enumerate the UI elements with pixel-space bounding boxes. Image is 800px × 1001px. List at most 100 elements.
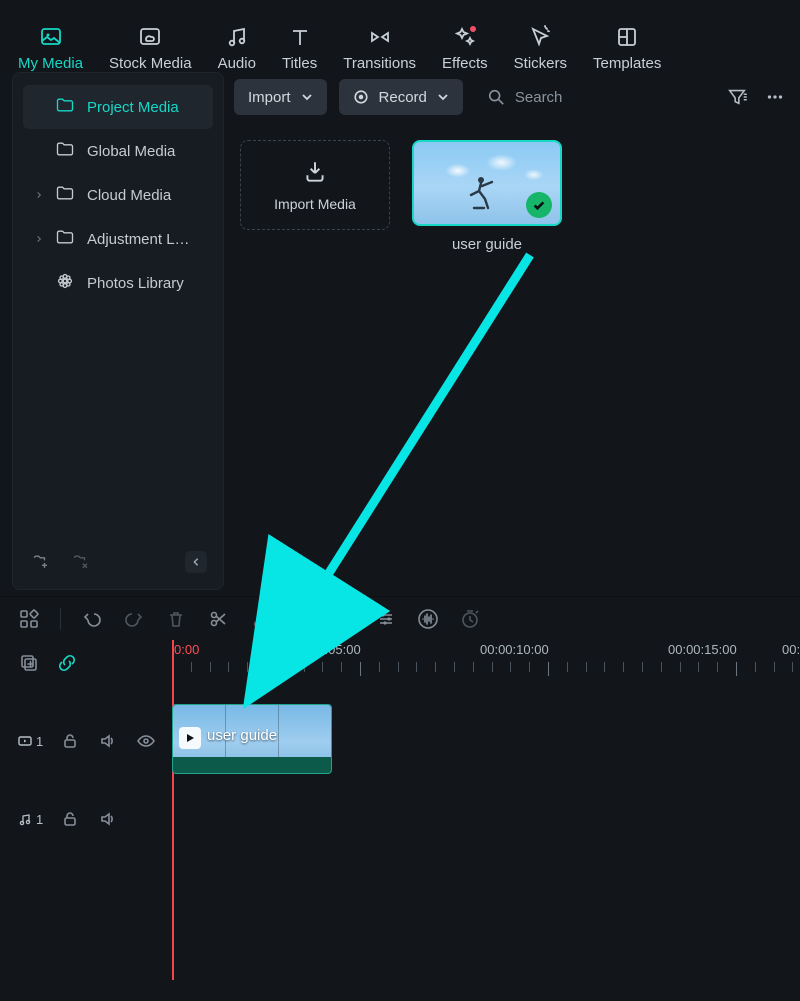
link-icon[interactable] xyxy=(56,652,78,674)
clip-name-label: user guide xyxy=(452,236,522,253)
import-dropdown-button[interactable]: Import xyxy=(234,79,327,115)
image-icon xyxy=(38,25,64,49)
tab-stock-media[interactable]: Stock Media xyxy=(109,25,192,72)
add-track-icon[interactable] xyxy=(18,652,40,674)
text-style-icon[interactable] xyxy=(333,608,355,630)
timeline-toolbar xyxy=(0,596,800,640)
timeline-ruler-row: 0:00 00:00:05:00 00:00:10:00 00:00:15:00… xyxy=(0,640,800,702)
transitions-icon xyxy=(367,25,393,49)
sidebar-item-label: Photos Library xyxy=(87,275,184,292)
flower-icon xyxy=(55,271,75,295)
speaker-icon[interactable] xyxy=(97,730,119,752)
check-badge-icon xyxy=(526,192,552,218)
sidebar-item-label: Project Media xyxy=(87,99,179,116)
media-toolbar: Import Record Search xyxy=(234,72,788,122)
stickers-cursor-icon xyxy=(527,25,553,49)
person-silhouette-icon xyxy=(460,172,500,212)
sidebar-item-label: Global Media xyxy=(87,143,175,160)
video-track-badge: 1 xyxy=(18,734,43,749)
tab-audio[interactable]: Audio xyxy=(218,25,256,72)
record-dropdown-button[interactable]: Record xyxy=(339,79,463,115)
chevron-down-icon xyxy=(301,91,313,103)
undo-icon[interactable] xyxy=(81,608,103,630)
track-video: 1 u xyxy=(0,702,800,780)
text-icon xyxy=(287,25,313,49)
folder-icon xyxy=(55,139,75,163)
chevron-down-icon xyxy=(437,91,449,103)
tag-icon[interactable] xyxy=(291,608,313,630)
separator xyxy=(60,608,61,630)
sidebar-item-project-media[interactable]: Project Media xyxy=(23,85,213,129)
music-note-icon xyxy=(224,25,250,49)
waveform-circle-icon[interactable] xyxy=(417,608,439,630)
track-video-header: 1 xyxy=(0,730,172,752)
track-video-lane[interactable]: user guide xyxy=(172,702,800,780)
media-clip-tile[interactable]: user guide xyxy=(412,140,562,253)
sidebar-item-label: Cloud Media xyxy=(87,187,171,204)
import-tile-label: Import Media xyxy=(274,196,356,212)
tab-stickers[interactable]: Stickers xyxy=(514,25,567,72)
redo-icon[interactable] xyxy=(123,608,145,630)
media-grid: Import Media user guide xyxy=(234,122,788,271)
folder-icon xyxy=(55,95,75,119)
collapse-sidebar-button[interactable] xyxy=(185,551,207,573)
templates-layout-icon xyxy=(614,25,640,49)
effects-sparkle-icon xyxy=(452,25,478,49)
clip-thumbnail xyxy=(412,140,562,226)
download-icon xyxy=(302,159,328,188)
tab-titles[interactable]: Titles xyxy=(282,25,317,72)
sliders-icon[interactable] xyxy=(375,608,397,630)
chevron-right-icon xyxy=(35,191,43,199)
tab-my-media[interactable]: My Media xyxy=(18,25,83,72)
timeline: 0:00 00:00:05:00 00:00:10:00 00:00:15:00… xyxy=(0,640,800,1000)
refresh-timer-icon[interactable] xyxy=(459,608,481,630)
timeline-clip-label: user guide xyxy=(207,727,277,744)
folder-icon xyxy=(55,183,75,207)
tab-templates[interactable]: Templates xyxy=(593,25,661,72)
media-pane: Import Record Search xyxy=(224,72,788,590)
eye-icon[interactable] xyxy=(135,730,157,752)
track-audio: 1 xyxy=(0,780,800,858)
track-audio-lane[interactable] xyxy=(172,780,800,858)
sidebar-item-photos-library[interactable]: Photos Library xyxy=(23,261,213,305)
tab-transitions[interactable]: Transitions xyxy=(343,25,416,72)
audio-track-badge: 1 xyxy=(18,812,43,827)
more-menu-icon[interactable] xyxy=(762,84,788,110)
ruler-label: 0:00 xyxy=(174,642,199,657)
speaker-icon[interactable] xyxy=(97,808,119,830)
sidebar-item-global-media[interactable]: Global Media xyxy=(23,129,213,173)
chevron-right-icon xyxy=(35,235,43,243)
apps-grid-icon[interactable] xyxy=(18,608,40,630)
ruler-label: 00: xyxy=(782,642,800,657)
media-sidebar: Project Media Global Media Cloud Media xyxy=(12,72,224,590)
ruler-label: 00:00:15:00 xyxy=(668,642,737,657)
new-folder-icon[interactable] xyxy=(29,549,55,575)
folder-icon xyxy=(55,227,75,251)
filter-icon[interactable] xyxy=(724,84,750,110)
play-badge-icon xyxy=(179,727,201,749)
timeline-ruler[interactable]: 0:00 00:00:05:00 00:00:10:00 00:00:15:00… xyxy=(172,640,800,702)
record-target-icon xyxy=(353,89,369,105)
track-audio-header: 1 xyxy=(0,808,172,830)
ruler-label: 00:00:05:00 xyxy=(292,642,361,657)
ruler-label: 00:00:10:00 xyxy=(480,642,549,657)
sidebar-item-label: Adjustment L… xyxy=(87,231,190,248)
scissors-icon[interactable] xyxy=(207,608,229,630)
top-tabstrip: My Media Stock Media Audio Titles Transi… xyxy=(0,0,800,72)
music-add-icon[interactable] xyxy=(249,608,271,630)
sidebar-item-cloud-media[interactable]: Cloud Media xyxy=(23,173,213,217)
search-icon xyxy=(487,88,505,106)
import-media-tile[interactable]: Import Media xyxy=(240,140,390,230)
search-field[interactable]: Search xyxy=(475,88,563,106)
timeline-clip[interactable]: user guide xyxy=(172,704,332,774)
delete-folder-icon[interactable] xyxy=(69,549,95,575)
trash-icon[interactable] xyxy=(165,608,187,630)
tab-effects[interactable]: Effects xyxy=(442,25,488,72)
sidebar-bottom-tools xyxy=(23,545,213,577)
lock-icon[interactable] xyxy=(59,730,81,752)
lock-icon[interactable] xyxy=(59,808,81,830)
search-placeholder: Search xyxy=(515,89,563,106)
cloud-icon xyxy=(137,25,163,49)
upper-panel: Project Media Global Media Cloud Media xyxy=(0,72,800,590)
sidebar-item-adjustment-layers[interactable]: Adjustment L… xyxy=(23,217,213,261)
